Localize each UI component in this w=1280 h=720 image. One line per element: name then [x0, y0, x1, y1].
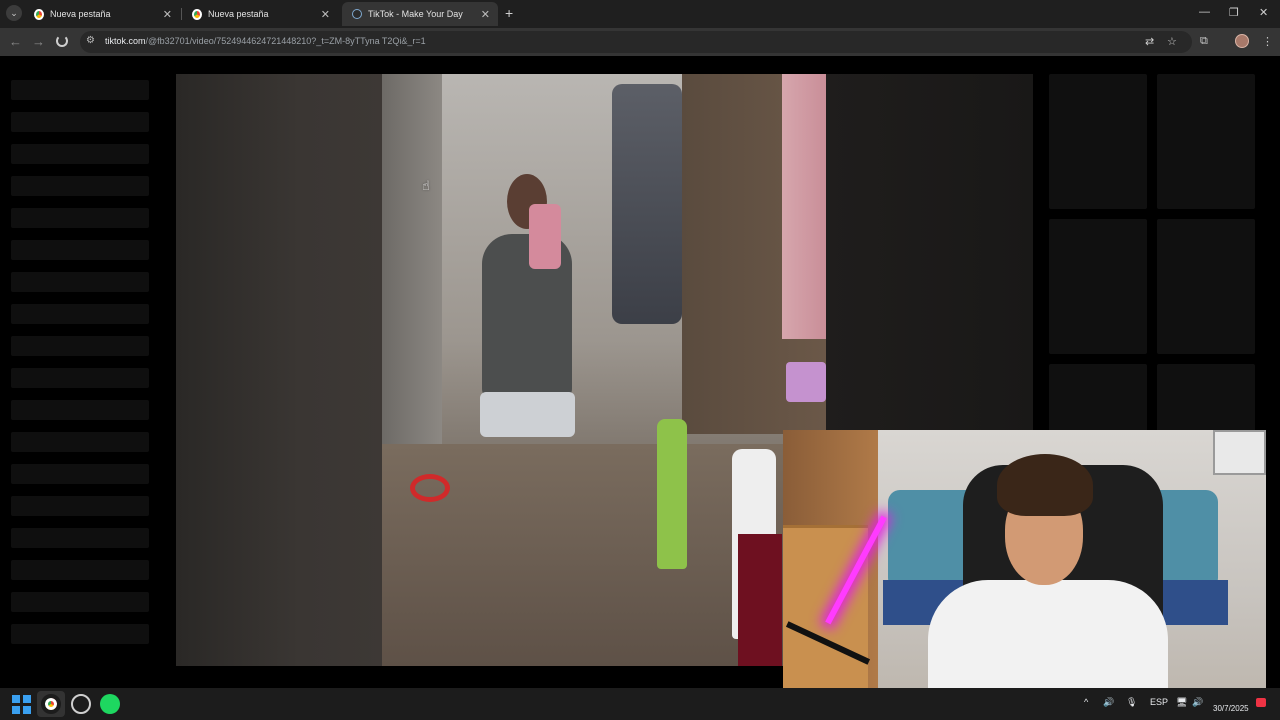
scene-bottle — [657, 419, 687, 569]
video-blur-backdrop — [176, 74, 383, 666]
windows-taskbar: ^ 🔊 🎙 ESP 🖥 🔊 30/7/2025 — [0, 688, 1280, 720]
scene-phone — [529, 204, 561, 269]
sidebar-skeleton — [11, 144, 149, 164]
browser-toolbar: ← → ⚙ tiktok.com/@fb32701/video/75249446… — [0, 28, 1280, 56]
related-video-skeleton — [1049, 74, 1147, 209]
tab-close-icon[interactable]: ✕ — [163, 8, 172, 21]
tab-title: Nueva pestaña — [208, 9, 269, 19]
notification-icon[interactable] — [1256, 698, 1266, 707]
restore-button[interactable]: ❐ — [1229, 6, 1239, 19]
scene-curtain — [782, 74, 826, 339]
scene-shorts — [480, 392, 575, 437]
sidebar-skeleton — [11, 560, 149, 580]
forward-button[interactable]: → — [32, 34, 45, 49]
sidebar-skeleton — [11, 112, 149, 132]
back-button[interactable]: ← — [9, 34, 22, 49]
spotify-taskbar-icon[interactable] — [100, 694, 120, 714]
scene-lamp — [786, 362, 826, 402]
site-info-icon[interactable]: ⚙ — [86, 35, 95, 46]
address-bar[interactable]: ⚙ tiktok.com/@fb32701/video/752494462472… — [80, 31, 1192, 53]
related-video-skeleton — [1049, 219, 1147, 354]
url-text: tiktok.com/@fb32701/video/75249446247214… — [105, 36, 426, 46]
webcam-streamer-shirt — [928, 580, 1168, 702]
sidebar-skeleton — [11, 400, 149, 420]
speaker-icon[interactable]: 🔊 — [1103, 697, 1114, 708]
tray-overflow-icon[interactable]: ^ — [1084, 697, 1088, 707]
tab-title: Nueva pestaña — [50, 9, 111, 19]
sidebar-skeleton — [11, 528, 149, 548]
scene-box — [738, 534, 782, 666]
profile-avatar[interactable] — [1235, 34, 1249, 48]
close-window-button[interactable]: ✕ — [1259, 6, 1268, 19]
clock-date[interactable]: 30/7/2025 — [1213, 704, 1249, 713]
translate-icon[interactable]: ⇄ — [1145, 35, 1154, 48]
sidebar-skeleton — [11, 432, 149, 452]
mic-icon[interactable]: 🎙 — [1126, 697, 1137, 708]
related-video-skeleton — [1157, 219, 1255, 354]
scene-clothes — [612, 84, 682, 324]
webcam-window — [1213, 430, 1266, 475]
obs-taskbar-icon[interactable] — [71, 694, 91, 714]
tab-new-tab-1[interactable]: Nueva pestaña ✕ — [24, 2, 180, 26]
tab-search-button[interactable]: ⌄ — [6, 5, 22, 21]
extensions-icon[interactable]: ⧉ — [1200, 35, 1208, 48]
sidebar-skeleton — [11, 592, 149, 612]
bookmark-star-icon[interactable]: ☆ — [1167, 35, 1177, 48]
tab-close-icon[interactable]: ✕ — [481, 8, 490, 21]
sidebar-skeleton — [11, 336, 149, 356]
webcam-drawers — [783, 525, 868, 702]
chrome-taskbar-icon[interactable] — [41, 694, 61, 714]
video-frame-image — [382, 74, 826, 666]
webcam-streamer-hair — [997, 454, 1093, 516]
loading-spinner-icon[interactable] — [56, 35, 68, 47]
sidebar-skeleton — [11, 80, 149, 100]
chrome-icon — [34, 8, 44, 20]
mouse-cursor-icon: ☝ — [422, 178, 430, 193]
menu-kebab-icon[interactable]: ⋮ — [1262, 35, 1273, 48]
url-path: /@fb32701/video/7524944624721448210?_t=Z… — [145, 36, 426, 46]
related-video-skeleton — [1157, 364, 1255, 434]
scene-wall — [382, 74, 442, 474]
url-host: tiktok.com — [105, 36, 146, 46]
language-indicator[interactable]: ESP — [1150, 697, 1168, 707]
sidebar-skeleton — [11, 624, 149, 644]
tiktok-icon — [352, 9, 362, 19]
sidebar-skeleton — [11, 176, 149, 196]
sidebar-skeleton — [11, 304, 149, 324]
scene-scissors — [410, 474, 450, 502]
related-video-skeleton — [1157, 74, 1255, 209]
volume-icon[interactable]: 🔊 — [1192, 697, 1203, 708]
tab-new-tab-2[interactable]: Nueva pestaña ✕ — [182, 2, 338, 26]
sidebar-skeleton — [11, 272, 149, 292]
sidebar-skeleton — [11, 368, 149, 388]
tab-close-icon[interactable]: ✕ — [321, 8, 330, 21]
windows-start-icon[interactable] — [12, 695, 32, 715]
network-icon[interactable]: 🖥 — [1176, 697, 1187, 708]
sidebar-skeleton — [11, 208, 149, 228]
webcam-overlay — [783, 430, 1266, 702]
tab-title: TikTok - Make Your Day — [368, 9, 463, 19]
sidebar-skeleton — [11, 240, 149, 260]
tab-tiktok[interactable]: TikTok - Make Your Day ✕ — [342, 2, 498, 26]
sidebar-skeleton — [11, 496, 149, 516]
tab-strip: ⌄ Nueva pestaña ✕ Nueva pestaña ✕ TikTok… — [0, 0, 1280, 28]
minimize-button[interactable]: — — [1199, 6, 1210, 18]
related-video-skeleton — [1049, 364, 1147, 434]
sidebar-skeleton — [11, 464, 149, 484]
new-tab-button[interactable]: + — [505, 5, 513, 21]
chrome-icon — [192, 8, 202, 20]
